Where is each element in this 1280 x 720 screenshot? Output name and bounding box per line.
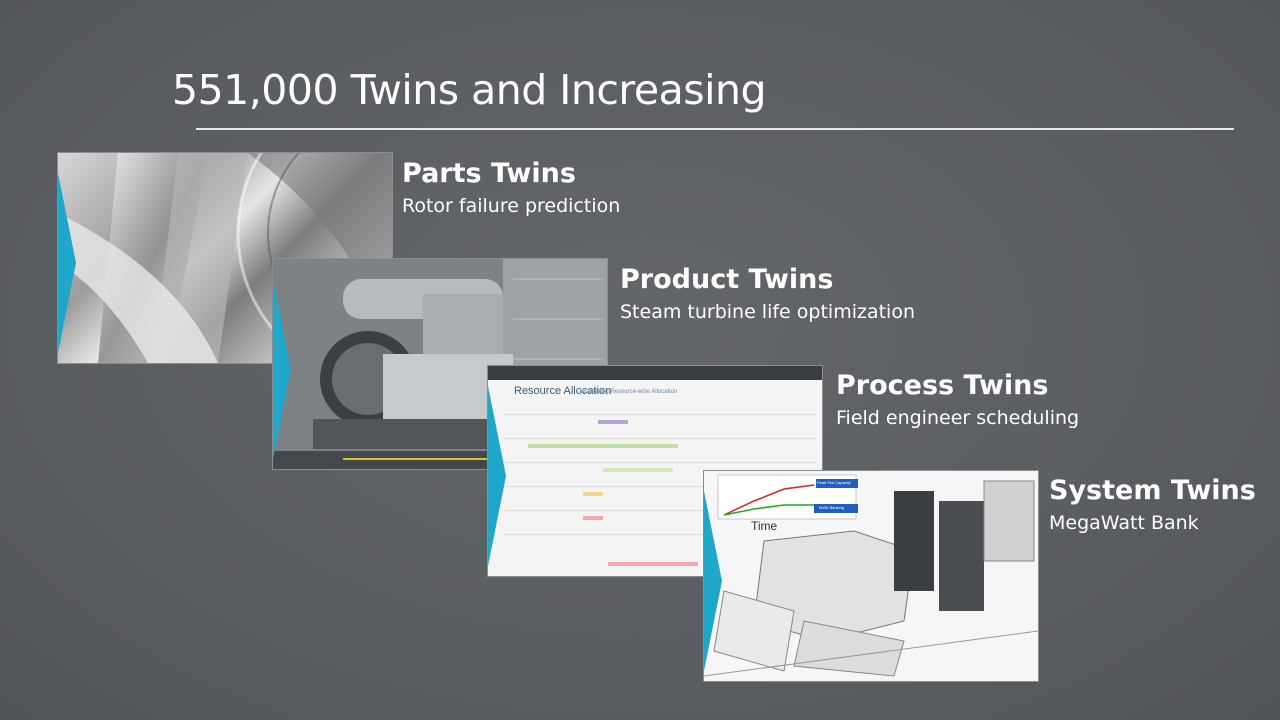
title-divider (196, 128, 1234, 130)
allocation-bar (583, 492, 603, 496)
resource-allocation-subtitle: Visualizing Resource-wise Allocation (580, 389, 678, 395)
parts-twins-heading: Parts Twins (402, 158, 576, 189)
allocation-bar (528, 444, 678, 448)
system-twins-heading: System Twins (1049, 475, 1256, 506)
allocation-bar (583, 516, 603, 520)
chart-axis-label: Time (751, 519, 778, 533)
system-twin-image: Time Peak Fire Capacity MWh Banking (703, 470, 1039, 682)
process-twins-heading: Process Twins (836, 370, 1049, 401)
accent-chevron (58, 173, 76, 353)
process-twins-label: Process Twins Field engineer scheduling (836, 370, 1079, 429)
table-row (504, 414, 816, 415)
callout-peak-fire: Peak Fire Capacity (817, 480, 851, 485)
allocation-bar (608, 562, 698, 566)
app-header-bar (488, 366, 822, 380)
system-twins-label: System Twins MegaWatt Bank (1049, 475, 1256, 534)
power-plant-illustration (704, 471, 1038, 681)
table-row (504, 462, 816, 463)
product-twins-heading: Product Twins (620, 264, 834, 295)
accent-chevron (273, 279, 291, 459)
system-twins-subtitle: MegaWatt Bank (1049, 512, 1199, 534)
slide-title: 551,000 Twins and Increasing (172, 66, 767, 114)
accent-chevron (488, 386, 506, 566)
allocation-bar (598, 420, 628, 424)
accent-chevron (704, 491, 722, 671)
product-twins-label: Product Twins Steam turbine life optimiz… (620, 264, 915, 323)
table-row (504, 438, 816, 439)
process-twins-subtitle: Field engineer scheduling (836, 407, 1080, 429)
parts-twins-label: Parts Twins Rotor failure prediction (402, 158, 620, 217)
allocation-bar (603, 468, 673, 472)
product-twins-subtitle: Steam turbine life optimization (620, 301, 915, 323)
callout-mwh-banking: MWh Banking (819, 505, 844, 510)
parts-twins-subtitle: Rotor failure prediction (402, 195, 621, 217)
